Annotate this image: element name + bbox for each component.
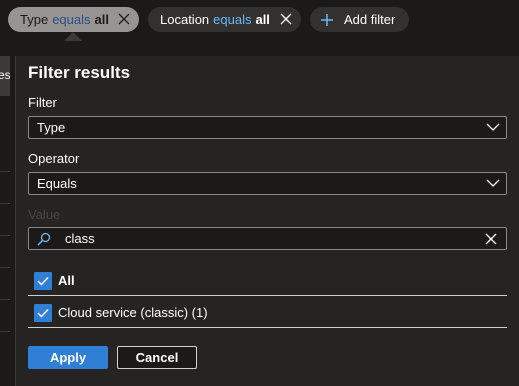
background-divider (0, 203, 10, 204)
popover-caret (64, 32, 82, 41)
option-label: Cloud service (classic) (1) (58, 305, 208, 320)
checkbox[interactable] (34, 304, 52, 322)
filter-dropdown[interactable]: Type (28, 116, 507, 139)
pill-field: Type (20, 12, 49, 27)
chevron-down-icon (486, 123, 500, 131)
operator-dropdown[interactable]: Equals (28, 172, 507, 195)
close-icon[interactable] (279, 12, 293, 26)
search-text: class (65, 231, 95, 246)
plus-icon (321, 13, 333, 26)
pill-operator: equals (213, 12, 252, 27)
filter-pill-type[interactable]: Type equals all (8, 7, 139, 32)
background-divider (0, 235, 10, 236)
pill-value: all (255, 12, 270, 27)
filter-label: Filter (28, 95, 57, 110)
panel-title: Filter results (28, 63, 131, 82)
filter-dropdown-value: Type (37, 120, 66, 135)
background-tab: es (0, 56, 10, 96)
background-divider (0, 267, 10, 268)
pill-operator: equals (52, 12, 91, 27)
background-content (0, 56, 10, 386)
checkmark-icon (37, 308, 49, 318)
value-search-input[interactable]: class (28, 227, 507, 250)
option-all[interactable]: All (28, 266, 507, 296)
chevron-down-icon (486, 179, 500, 187)
checkbox[interactable] (34, 272, 52, 290)
close-icon[interactable] (484, 232, 498, 246)
option-label: All (58, 273, 75, 288)
operator-label: Operator (28, 151, 80, 166)
option-cloud-service[interactable]: Cloud service (classic) (1) (28, 298, 507, 328)
apply-button[interactable]: Apply (28, 346, 108, 369)
add-filter-label: Add filter (344, 12, 396, 27)
checkmark-icon (37, 276, 49, 286)
filter-results-panel: Filter results Filter Type Operator Equa… (15, 56, 519, 386)
pill-field: Location (160, 12, 210, 27)
cancel-button[interactable]: Cancel (117, 346, 197, 369)
background-divider (0, 331, 10, 332)
background-divider (0, 299, 10, 300)
operator-dropdown-value: Equals (37, 176, 77, 191)
search-icon (37, 232, 51, 246)
filter-pill-location[interactable]: Location equals all (148, 7, 301, 32)
pill-value: all (94, 12, 109, 27)
background-divider (0, 171, 10, 172)
value-label: Value (28, 207, 61, 222)
add-filter-button[interactable]: Add filter (310, 7, 409, 32)
close-icon[interactable] (117, 12, 131, 26)
